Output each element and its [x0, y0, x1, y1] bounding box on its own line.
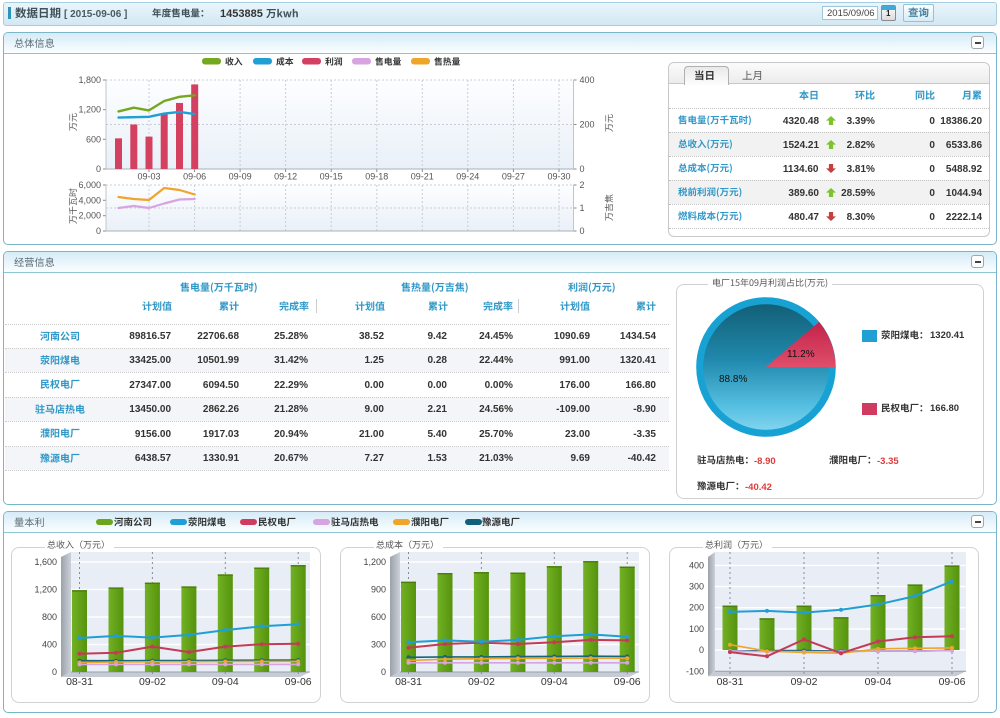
svg-text:-100: -100 [686, 666, 704, 676]
svg-text:09-06: 09-06 [285, 676, 312, 688]
svg-text:300: 300 [371, 640, 386, 650]
svg-text:08-31: 08-31 [395, 676, 422, 688]
svg-text:0: 0 [381, 667, 386, 677]
svg-text:1,200: 1,200 [363, 557, 386, 567]
svg-text:400: 400 [42, 640, 57, 650]
svg-text:09-04: 09-04 [541, 676, 568, 688]
svg-text:400: 400 [689, 560, 704, 570]
svg-text:08-31: 08-31 [66, 676, 93, 688]
svg-text:09-04: 09-04 [212, 676, 239, 688]
svg-text:09-02: 09-02 [139, 676, 166, 688]
svg-text:600: 600 [371, 612, 386, 622]
svg-text:09-02: 09-02 [468, 676, 495, 688]
svg-text:300: 300 [689, 582, 704, 592]
svg-text:0: 0 [52, 667, 57, 677]
svg-text:100: 100 [689, 624, 704, 634]
svg-text:200: 200 [689, 603, 704, 613]
svg-text:1,200: 1,200 [34, 585, 57, 595]
svg-text:09-04: 09-04 [865, 676, 892, 688]
svg-text:09-06: 09-06 [614, 676, 641, 688]
svg-text:1,600: 1,600 [34, 557, 57, 567]
svg-text:900: 900 [371, 585, 386, 595]
svg-text:0: 0 [699, 645, 704, 655]
svg-text:09-06: 09-06 [939, 676, 966, 688]
svg-text:800: 800 [42, 612, 57, 622]
svg-text:09-02: 09-02 [791, 676, 818, 688]
svg-text:08-31: 08-31 [717, 676, 744, 688]
